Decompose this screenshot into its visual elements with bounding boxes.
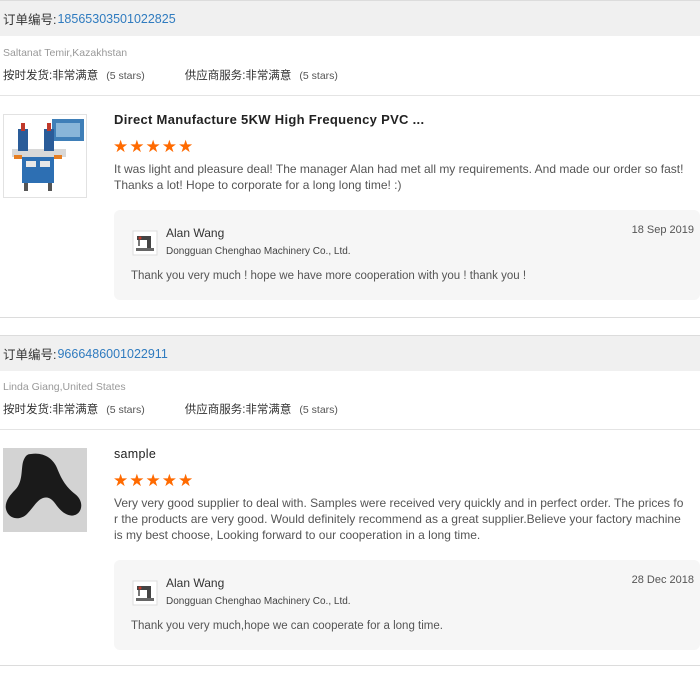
rating-group: 供应商服务: 非常满意 (5 stars) — [185, 401, 338, 417]
product-thumbnail[interactable] — [3, 448, 87, 532]
star-icon: ★ — [178, 137, 194, 156]
divider — [0, 95, 700, 96]
reply-company: Dongguan Chenghao Machinery Co., Ltd. — [166, 246, 351, 257]
product-title-link[interactable]: Direct Manufacture 5KW High Frequency PV… — [114, 112, 424, 127]
reply-text: Thank you very much ! hope we have more … — [131, 270, 527, 282]
ratings-row: 按时发货: 非常满意 (5 stars) 供应商服务: 非常满意 (5 star… — [3, 67, 338, 83]
order-number-link[interactable]: 9666486001022911 — [57, 347, 167, 361]
rating-stars-text: (5 stars) — [299, 404, 338, 416]
reply-company: Dongguan Chenghao Machinery Co., Ltd. — [166, 596, 351, 607]
supplier-reply: Alan Wang Dongguan Chenghao Machinery Co… — [114, 210, 700, 300]
rating-stars-text: (5 stars) — [299, 70, 338, 82]
review-text: Very very good supplier to deal with. Sa… — [114, 496, 684, 542]
reply-text: Thank you very much,hope we can cooperat… — [131, 620, 443, 632]
review-stars: ★ ★ ★ ★ ★ — [113, 138, 193, 155]
rating-label: 按时发货: — [3, 404, 53, 416]
product-title-link[interactable]: sample — [114, 447, 156, 461]
reply-author-name: Alan Wang — [166, 226, 225, 240]
star-icon: ★ — [178, 471, 194, 490]
star-icon: ★ — [129, 471, 145, 490]
star-icon: ★ — [129, 137, 145, 156]
order-number-link[interactable]: 18565303501022825 — [57, 12, 175, 26]
star-icon: ★ — [145, 471, 161, 490]
order-header: 订单编号: 9666486001022911 — [0, 335, 700, 371]
sewing-machine-logo-icon — [132, 230, 158, 256]
reply-author-name: Alan Wang — [166, 576, 225, 590]
star-icon: ★ — [145, 137, 161, 156]
rating-value: 非常满意 — [245, 70, 292, 82]
divider — [0, 665, 700, 666]
sample-product-image — [3, 448, 87, 532]
star-icon: ★ — [113, 471, 129, 490]
rating-stars-text: (5 stars) — [106, 404, 145, 416]
divider — [0, 317, 700, 318]
order-block-2: 订单编号: 9666486001022911 Linda Giang,Unite… — [0, 335, 700, 700]
reply-date: 18 Sep 2019 — [631, 224, 694, 236]
star-icon: ★ — [161, 137, 177, 156]
order-header: 订单编号: 18565303501022825 — [0, 0, 700, 36]
sewing-machine-logo-icon — [132, 580, 158, 606]
rating-value: 非常满意 — [52, 70, 99, 82]
rating-stars-text: (5 stars) — [106, 70, 145, 82]
order-label: 订单编号: — [3, 348, 57, 362]
rating-group: 供应商服务: 非常满意 (5 stars) — [185, 67, 338, 83]
rating-value: 非常满意 — [52, 404, 99, 416]
rating-value: 非常满意 — [245, 404, 292, 416]
ratings-row: 按时发货: 非常满意 (5 stars) 供应商服务: 非常满意 (5 star… — [3, 401, 338, 417]
order-block-1: 订单编号: 18565303501022825 Saltanat Temir,K… — [0, 0, 700, 335]
review-text: It was light and pleasure deal! The mana… — [114, 162, 684, 192]
rating-label: 供应商服务: — [184, 70, 246, 82]
supplier-reply: Alan Wang Dongguan Chenghao Machinery Co… — [114, 560, 700, 650]
star-icon: ★ — [113, 137, 129, 156]
product-thumbnail[interactable] — [3, 114, 87, 198]
divider — [0, 429, 700, 430]
review-stars: ★ ★ ★ ★ ★ — [113, 472, 193, 489]
order-label: 订单编号: — [3, 13, 57, 27]
rating-label: 按时发货: — [3, 70, 53, 82]
buyer-info: Saltanat Temir,Kazakhstan — [3, 47, 128, 59]
buyer-info: Linda Giang,United States — [3, 381, 126, 393]
machine-product-image — [4, 115, 86, 197]
star-icon: ★ — [161, 471, 177, 490]
reply-date: 28 Dec 2018 — [631, 574, 694, 586]
rating-label: 供应商服务: — [184, 404, 246, 416]
